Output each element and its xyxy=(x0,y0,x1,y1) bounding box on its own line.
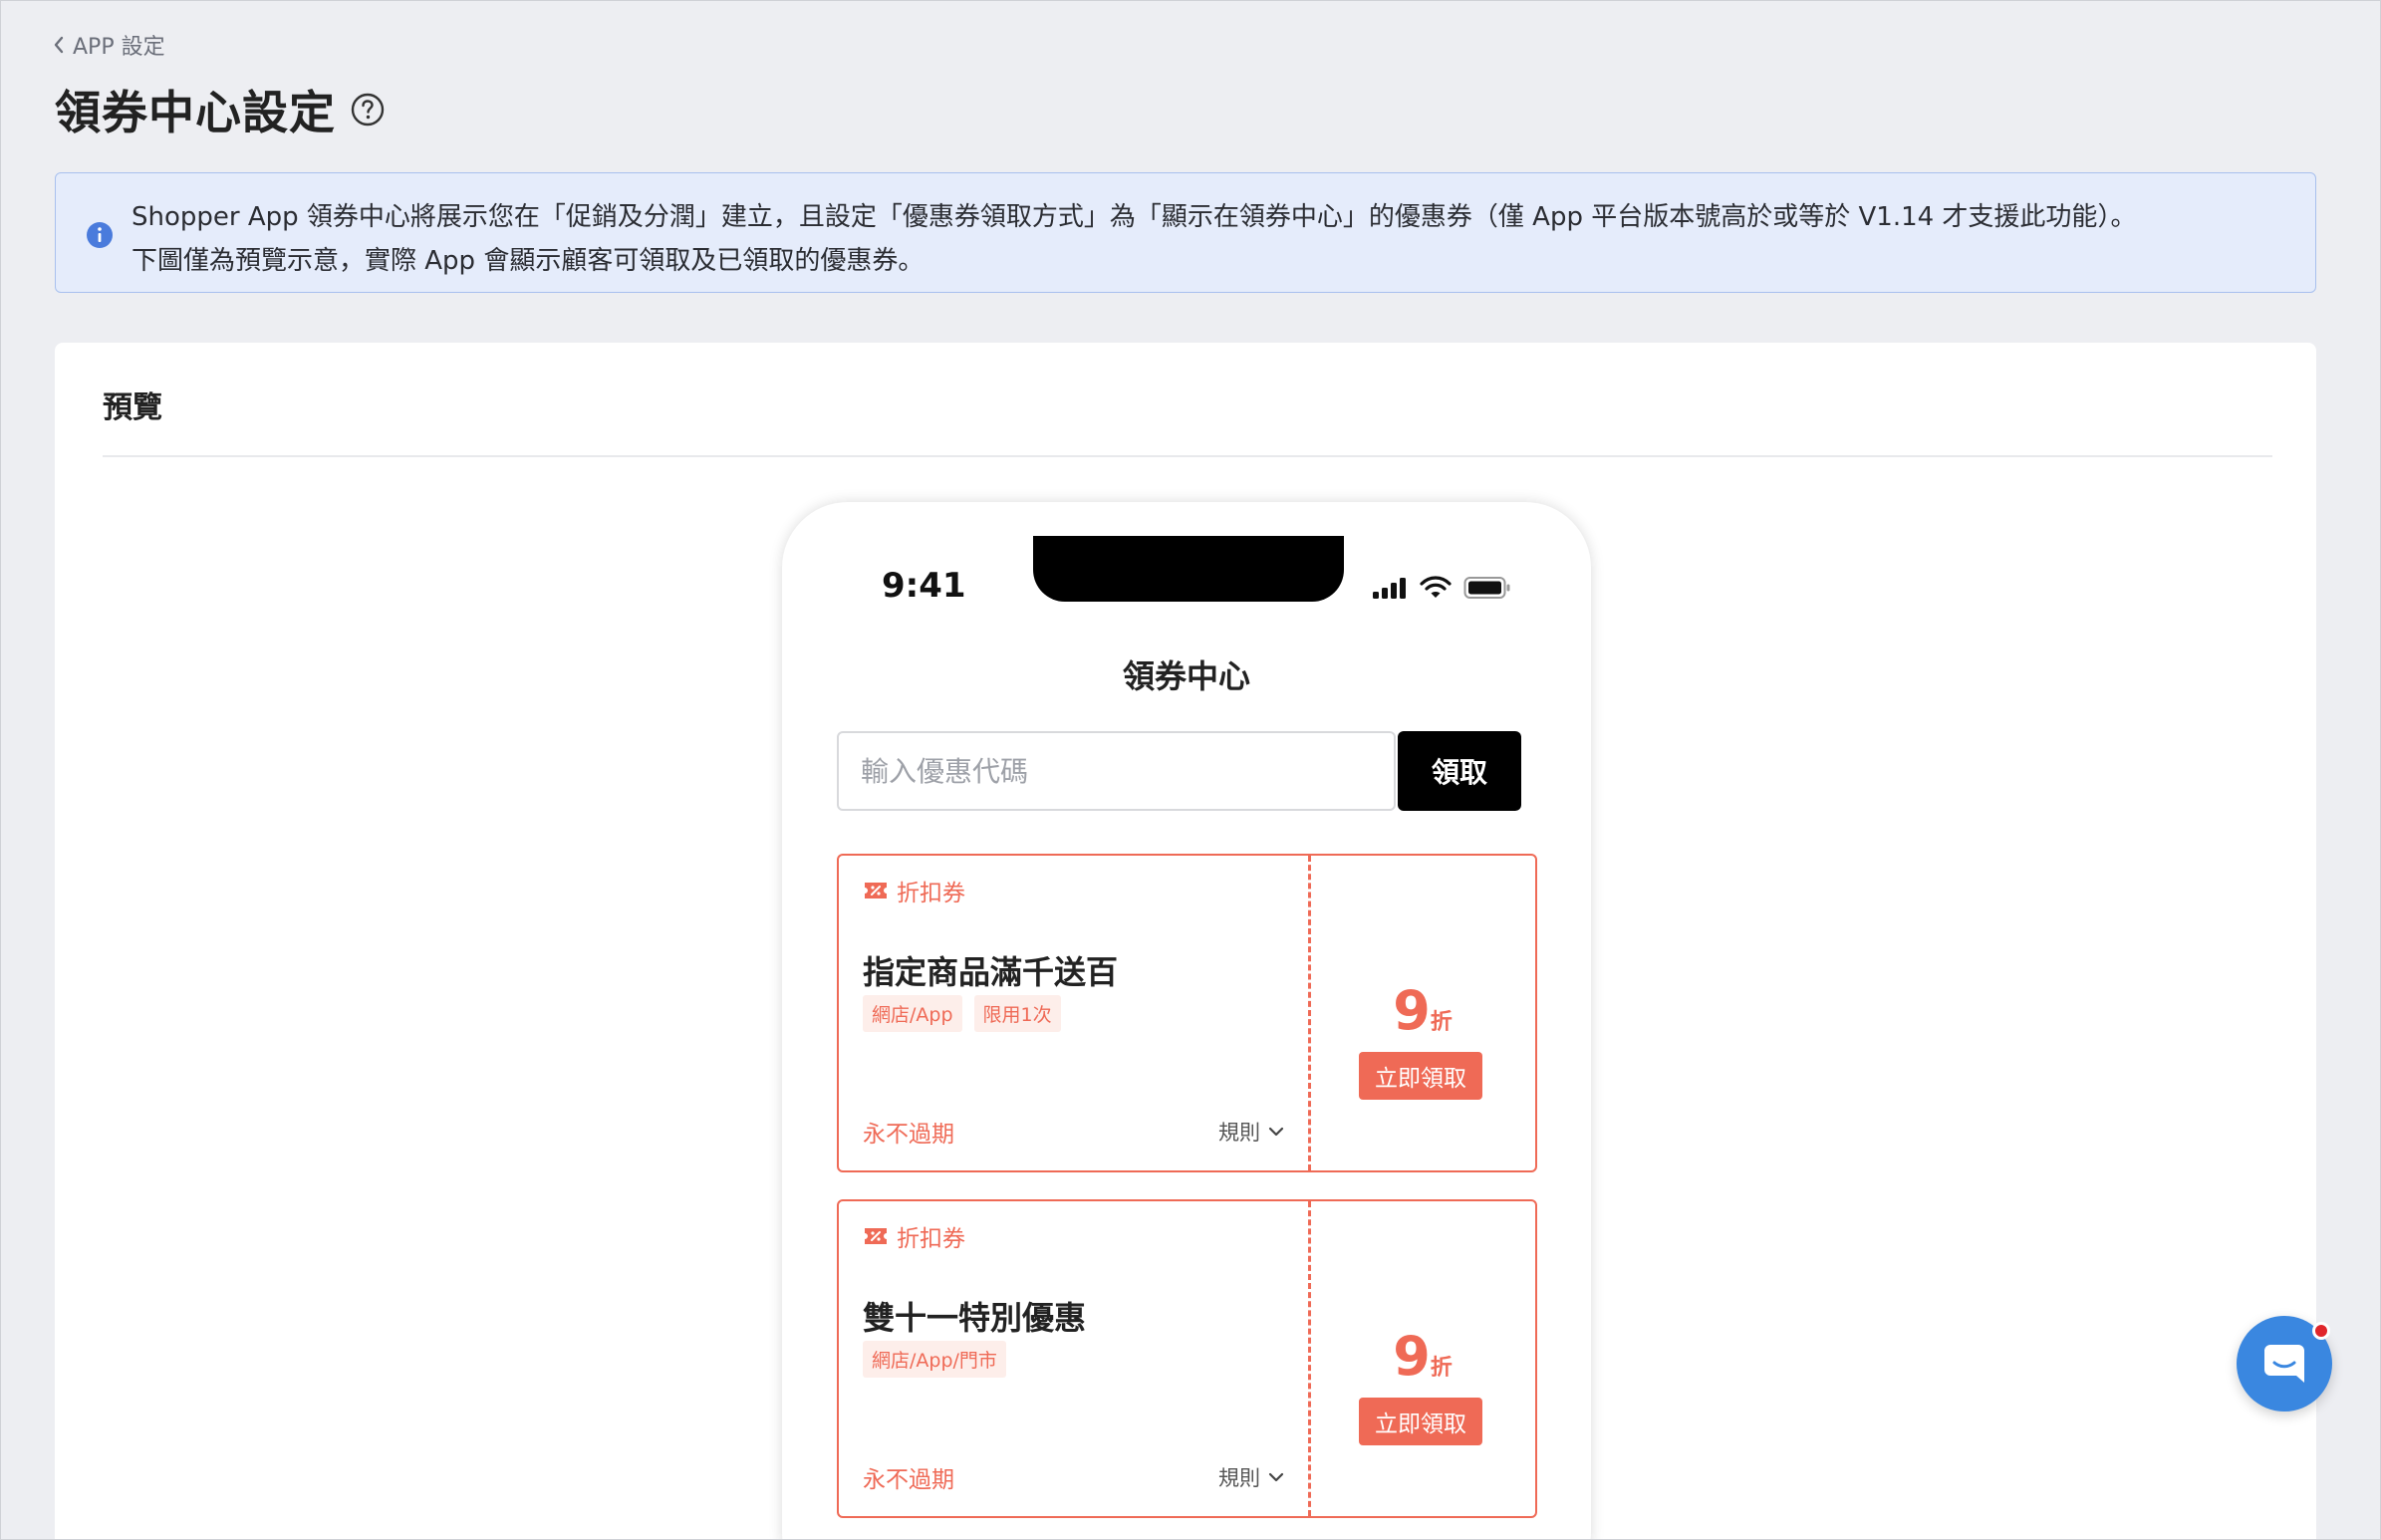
info-banner: Shopper App 領券中心將展示您在「促銷及分潤」建立，且設定「優惠券領取… xyxy=(55,172,2316,293)
discount-ticket-icon xyxy=(865,1228,887,1244)
coupon-action: 9折 立即領取 xyxy=(1311,856,1534,1170)
signal-icon xyxy=(1373,578,1406,599)
discount-value: 9 xyxy=(1393,1325,1431,1388)
coupon-tag: 網店/App xyxy=(863,995,962,1032)
page-title-row: 領券中心設定 xyxy=(55,77,386,142)
coupon-tag: 限用1次 xyxy=(973,995,1061,1032)
notification-dot xyxy=(2312,1322,2330,1340)
redeem-button[interactable]: 領取 xyxy=(1398,731,1521,811)
discount-ticket-icon xyxy=(865,883,887,898)
divider xyxy=(103,455,2272,457)
coupon-expiry: 永不過期 xyxy=(863,1122,954,1148)
app-title: 領券中心 xyxy=(1122,657,1250,695)
chat-icon xyxy=(2264,1345,2304,1383)
coupon-type: 折扣券 xyxy=(863,874,965,907)
chat-button[interactable] xyxy=(2237,1316,2332,1412)
claim-now-button[interactable]: 立即領取 xyxy=(1359,1052,1482,1100)
coupon-tag: 網店/App/門市 xyxy=(863,1341,1006,1378)
chevron-left-icon xyxy=(54,36,64,54)
info-text: Shopper App 領券中心將展示您在「促銷及分潤」建立，且設定「優惠券領取… xyxy=(132,195,2136,283)
info-line-1: Shopper App 領券中心將展示您在「促銷及分潤」建立，且設定「優惠券領取… xyxy=(132,202,2137,232)
coupon-rules-toggle[interactable]: 規則 xyxy=(1218,1117,1284,1147)
coupon-title: 雙十一特別優惠 xyxy=(863,1299,1087,1337)
coupon-rules-toggle[interactable]: 規則 xyxy=(1218,1462,1284,1492)
coupon-rules-label: 規則 xyxy=(1218,1466,1260,1490)
breadcrumb-label: APP 設定 xyxy=(73,35,165,60)
coupon-card: 折扣券 指定商品滿千送百 網店/App 限用1次 永不過期 規則 9折 立即領取 xyxy=(837,854,1537,1172)
coupon-info: 折扣券 雙十一特別優惠 網店/App/門市 永不過期 規則 xyxy=(839,1201,1311,1516)
discount-unit: 折 xyxy=(1430,1356,1453,1381)
claim-now-button[interactable]: 立即領取 xyxy=(1359,1398,1482,1445)
preview-card: 預覽 9:41 領券中心 領取 折扣券 指定商品滿千送百 xyxy=(55,343,2316,1539)
page: APP 設定 領券中心設定 Shopper App 領券中心將展示您在「促銷及分… xyxy=(0,0,2381,1540)
coupon-type-label: 折扣券 xyxy=(897,1226,965,1252)
coupon-rules-label: 規則 xyxy=(1218,1121,1260,1145)
coupon-discount: 9折 xyxy=(1311,1325,1534,1388)
info-line-2: 下圖僅為預覽示意，實際 App 會顯示顧客可領取及已領取的優惠券。 xyxy=(132,246,925,276)
coupon-title: 指定商品滿千送百 xyxy=(863,953,1119,991)
phone-mockup: 9:41 領券中心 領取 折扣券 指定商品滿千送百 網店/App xyxy=(782,502,1591,1539)
coupon-type-label: 折扣券 xyxy=(897,881,965,906)
coupon-type: 折扣券 xyxy=(863,1219,965,1253)
coupon-card: 折扣券 雙十一特別優惠 網店/App/門市 永不過期 規則 9折 立即領取 xyxy=(837,1199,1537,1518)
coupon-code-input[interactable] xyxy=(837,731,1396,811)
coupon-discount: 9折 xyxy=(1311,979,1534,1042)
coupon-expiry: 永不過期 xyxy=(863,1467,954,1493)
wifi-icon xyxy=(1420,576,1452,598)
status-icons xyxy=(1372,576,1511,600)
chevron-down-icon xyxy=(1268,1472,1284,1482)
info-icon xyxy=(86,221,114,253)
help-icon[interactable] xyxy=(350,92,386,128)
coupon-tags: 網店/App 限用1次 xyxy=(863,995,1061,1032)
status-time: 9:41 xyxy=(882,566,966,606)
discount-unit: 折 xyxy=(1430,1010,1453,1035)
breadcrumb[interactable]: APP 設定 xyxy=(53,29,165,61)
phone-notch xyxy=(1033,536,1344,602)
coupon-action: 9折 立即領取 xyxy=(1311,1201,1534,1516)
discount-value: 9 xyxy=(1393,979,1431,1042)
battery-icon xyxy=(1463,577,1510,599)
coupon-tags: 網店/App/門市 xyxy=(863,1341,1006,1378)
chevron-down-icon xyxy=(1268,1127,1284,1137)
coupon-info: 折扣券 指定商品滿千送百 網店/App 限用1次 永不過期 規則 xyxy=(839,856,1311,1170)
preview-title: 預覽 xyxy=(103,390,162,425)
page-title: 領券中心設定 xyxy=(55,86,336,139)
